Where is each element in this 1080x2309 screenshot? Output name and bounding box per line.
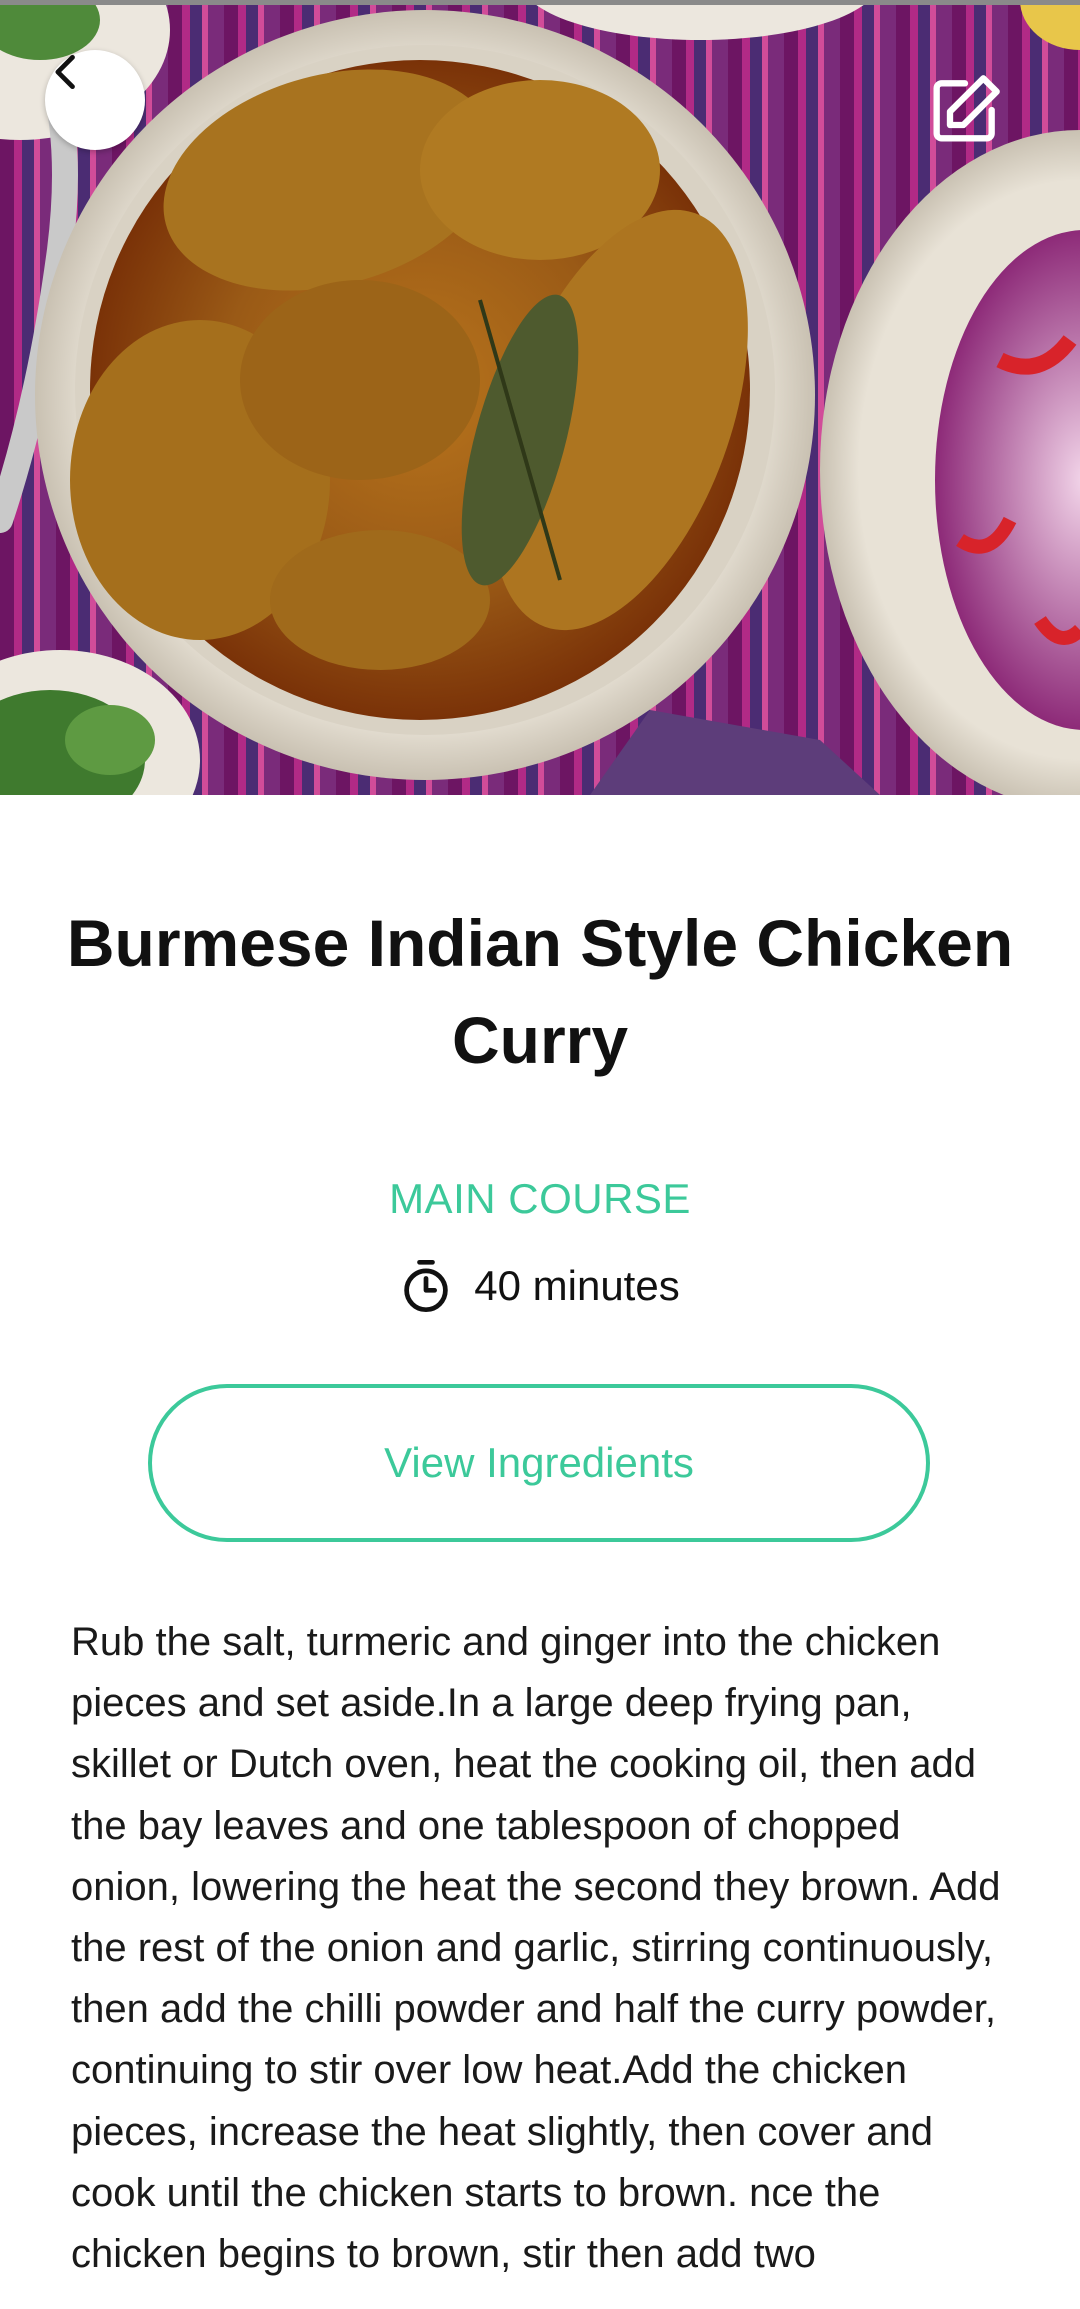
chevron-left-icon <box>55 54 75 90</box>
cook-time: 40 minutes <box>474 1262 680 1309</box>
recipe-hero-image <box>0 0 1080 795</box>
edit-icon <box>933 75 1000 142</box>
recipe-detail-screen: Burmese Indian Style Chicken Curry MAIN … <box>0 0 1080 2309</box>
view-ingredients-button[interactable]: View Ingredients <box>148 1384 930 1542</box>
recipe-title: Burmese Indian Style Chicken Curry <box>66 906 1014 1077</box>
curry-photo-illustration <box>0 0 1080 795</box>
edit-button[interactable] <box>925 70 1015 160</box>
back-button[interactable] <box>45 50 145 150</box>
recipe-category: MAIN COURSE <box>389 1175 691 1222</box>
recipe-instructions: Rub the salt, turmeric and ginger into t… <box>71 1620 1001 2277</box>
cook-time-row: 40 minutes <box>0 1258 1080 1314</box>
stopwatch-icon <box>404 1259 449 1313</box>
status-bar-strip <box>0 0 1080 5</box>
